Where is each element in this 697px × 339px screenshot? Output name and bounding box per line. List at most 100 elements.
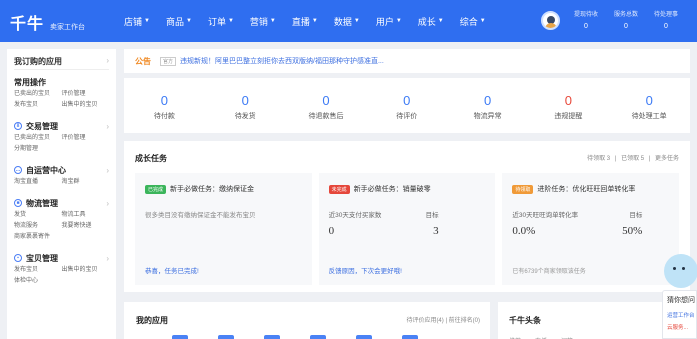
logo-main-text: 千牛 bbox=[10, 16, 45, 33]
user-avatar[interactable] bbox=[541, 11, 560, 30]
sidebar-link[interactable]: 淘宝群 bbox=[62, 177, 110, 188]
sidebar-link[interactable]: 物流服务 bbox=[14, 221, 62, 232]
app-icon[interactable] bbox=[310, 335, 326, 339]
chevron-right-icon: › bbox=[106, 198, 109, 208]
header-stat[interactable]: 待处理事 0 bbox=[646, 10, 686, 32]
assistant-mascot-icon[interactable] bbox=[664, 254, 697, 288]
nav-shop[interactable]: 店铺 ▼ bbox=[124, 15, 150, 28]
header-stat[interactable]: 服务总数 0 bbox=[606, 10, 646, 32]
nav-marketing[interactable]: 营销 ▼ bbox=[250, 15, 276, 28]
chevron-right-icon: › bbox=[106, 253, 109, 263]
chevron-right-icon: › bbox=[106, 165, 109, 175]
sidebar-link[interactable]: 评价管理 bbox=[62, 133, 110, 144]
help-assistant[interactable]: 猜你想问 运营工作台 云服务... bbox=[658, 254, 697, 339]
chevron-down-icon: ▼ bbox=[227, 18, 234, 24]
sidebar-section-title[interactable]: … 自运营中心 › bbox=[14, 163, 109, 177]
metric-target: 3 bbox=[433, 225, 439, 237]
assistant-card: 猜你想问 运营工作台 云服务... bbox=[662, 290, 697, 339]
task-card: 待领取 进阶任务：优化旺旺回单转化率 近30天旺旺询单转化率 目标 0.0% 50% … bbox=[502, 173, 680, 285]
sidebar-section-logistics: ■ 物流管理 › 发货 物流工具 物流服务 我要寄快递 商家裹裹寄件 bbox=[7, 191, 116, 246]
app-icon[interactable] bbox=[218, 335, 234, 339]
chevron-down-icon: ▼ bbox=[311, 18, 318, 24]
task-card: 已完成 新手必做任务：缴纳保证金 很多类目没有缴纳保证金不能发布宝贝 恭喜，任务已… bbox=[135, 173, 312, 285]
qianniu-logo[interactable]: 千牛 卖家工作台 bbox=[10, 10, 85, 34]
nav-live[interactable]: 直播 ▼ bbox=[292, 15, 318, 28]
chevron-down-icon: ▼ bbox=[479, 18, 486, 24]
sidebar-title[interactable]: 我订购的应用 › bbox=[7, 49, 116, 69]
metric-value: 0.0% bbox=[512, 225, 536, 237]
nav-data[interactable]: 数据 ▼ bbox=[334, 15, 360, 28]
order-stat-tickets[interactable]: 0 待处理工单 bbox=[609, 78, 690, 133]
chevron-down-icon: ▼ bbox=[269, 18, 276, 24]
sidebar-link[interactable]: 我要寄快递 bbox=[62, 221, 110, 232]
sidebar-link[interactable]: 体检中心 bbox=[14, 276, 62, 287]
assistant-link[interactable]: 运营工作台 bbox=[667, 311, 696, 319]
order-stat-pending-review[interactable]: 0 待评价 bbox=[366, 78, 447, 133]
sidebar-link[interactable]: 发布宝贝 bbox=[14, 100, 62, 111]
header-stats: 提现待收 0 服务总数 0 待处理事 0 bbox=[566, 10, 686, 32]
nav-goods[interactable]: 商品 ▼ bbox=[166, 15, 192, 28]
assistant-link[interactable]: 云服务... bbox=[667, 323, 696, 331]
sidebar-section-title[interactable]: ¥ 交易管理 › bbox=[14, 119, 109, 133]
chevron-down-icon: ▼ bbox=[353, 18, 360, 24]
sidebar-section-goods: ▪ 宝贝管理 › 发布宝贝 出售中的宝贝 体检中心 bbox=[7, 246, 116, 290]
sidebar-link[interactable]: 已卖出的宝贝 bbox=[14, 133, 62, 144]
sidebar-link[interactable]: 评价管理 bbox=[62, 89, 110, 100]
chevron-down-icon: ▼ bbox=[437, 18, 444, 24]
nav-general[interactable]: 综合 ▼ bbox=[460, 15, 486, 28]
app-icon[interactable] bbox=[264, 335, 280, 339]
chevron-down-icon: ▼ bbox=[185, 18, 192, 24]
sidebar-section-common: 常用操作 已卖出的宝贝 评价管理 发布宝贝 出售中的宝贝 bbox=[7, 70, 116, 114]
sidebar-section-title[interactable]: ■ 物流管理 › bbox=[14, 196, 109, 210]
sidebar-link[interactable]: 发布宝贝 bbox=[14, 265, 62, 276]
claimed-link[interactable]: 已领取 5 bbox=[621, 156, 644, 162]
chevron-down-icon: ▼ bbox=[395, 18, 402, 24]
to-claim-link[interactable]: 待领取 3 bbox=[587, 156, 610, 162]
announcement-label: 公告 bbox=[135, 56, 151, 66]
nav-users[interactable]: 用户 ▼ bbox=[376, 15, 402, 28]
sidebar-section-self-operation: … 自运营中心 › 淘宝直播 淘宝群 bbox=[7, 158, 116, 191]
app-icon[interactable] bbox=[356, 335, 372, 339]
sidebar-link[interactable]: 已卖出的宝贝 bbox=[14, 89, 62, 100]
nav-orders[interactable]: 订单 ▼ bbox=[208, 15, 234, 28]
app-icon[interactable] bbox=[172, 335, 188, 339]
feedback-link[interactable]: 反馈原因，下次会更好哦! bbox=[329, 265, 402, 275]
order-stat-violation[interactable]: 0 违规提醒 bbox=[528, 78, 609, 133]
metric-value: 0 bbox=[328, 225, 335, 237]
order-stat-pending-payment[interactable]: 0 待付款 bbox=[124, 78, 205, 133]
apps-title: 我的应用 bbox=[136, 316, 168, 325]
task-card: 未完成 新手必做任务：销量破零 近30天支付买家数 目标 03 反馈原因，下次会更好… bbox=[318, 173, 496, 285]
metric-target: 50% bbox=[622, 225, 643, 237]
logo-sub-text: 卖家工作台 bbox=[50, 24, 86, 31]
status-badge: 已完成 bbox=[145, 184, 167, 194]
order-stat-pending-shipment[interactable]: 0 待发货 bbox=[205, 78, 286, 133]
order-stat-logistics-error[interactable]: 0 物流异常 bbox=[447, 78, 528, 133]
growth-title: 成长任务 bbox=[135, 154, 167, 163]
status-badge: 待领取 bbox=[512, 184, 534, 194]
sidebar-link[interactable]: 出售中的宝贝 bbox=[62, 265, 110, 276]
sidebar-link[interactable]: 商家裹裹寄件 bbox=[14, 232, 62, 243]
more-tasks-link[interactable]: 更多任务 bbox=[655, 156, 679, 162]
chevron-right-icon: › bbox=[106, 121, 109, 131]
sidebar: 我订购的应用 › 常用操作 已卖出的宝贝 评价管理 发布宝贝 出售中的宝贝 ¥ 交… bbox=[7, 49, 116, 339]
sidebar-link[interactable]: 出售中的宝贝 bbox=[62, 100, 110, 111]
sidebar-link[interactable]: 物流工具 bbox=[62, 210, 110, 221]
top-nav-bar: 千牛 卖家工作台 店铺 ▼ 商品 ▼ 订单 ▼ 营销 ▼ 直播 ▼ 数据 ▼ 用户 ▼ 成长 ▼… bbox=[0, 0, 697, 42]
order-stat-refund[interactable]: 0 待退款售后 bbox=[286, 78, 367, 133]
announcement-link[interactable]: 违规新规！阿里巴巴整立刻拒你去西双版纳/福田那种守护感准直... bbox=[180, 56, 384, 66]
truck-icon: ■ bbox=[14, 199, 22, 207]
sidebar-link[interactable]: 发货 bbox=[14, 210, 62, 221]
sidebar-section-title: 常用操作 bbox=[14, 77, 46, 87]
growth-tasks-panel: 成长任务 待领取 3 | 已领取 5 | 更多任务 已完成 新手必做任务：缴纳保证… bbox=[124, 141, 690, 292]
apps-meta[interactable]: 待评价应用(4) | 前往排名(0) bbox=[406, 315, 480, 326]
trade-icon: ¥ bbox=[14, 122, 22, 130]
sidebar-link[interactable]: 淘宝直播 bbox=[14, 177, 62, 188]
header-stat[interactable]: 提现待收 0 bbox=[566, 10, 606, 32]
task-link[interactable]: 恭喜，任务已完成! bbox=[145, 265, 199, 275]
app-icon[interactable] bbox=[402, 335, 418, 339]
chevron-right-icon: › bbox=[106, 56, 109, 65]
box-icon: ▪ bbox=[14, 254, 22, 262]
sidebar-section-title[interactable]: ▪ 宝贝管理 › bbox=[14, 251, 109, 265]
nav-growth[interactable]: 成长 ▼ bbox=[418, 15, 444, 28]
sidebar-link[interactable]: 分期管理 bbox=[14, 144, 62, 155]
